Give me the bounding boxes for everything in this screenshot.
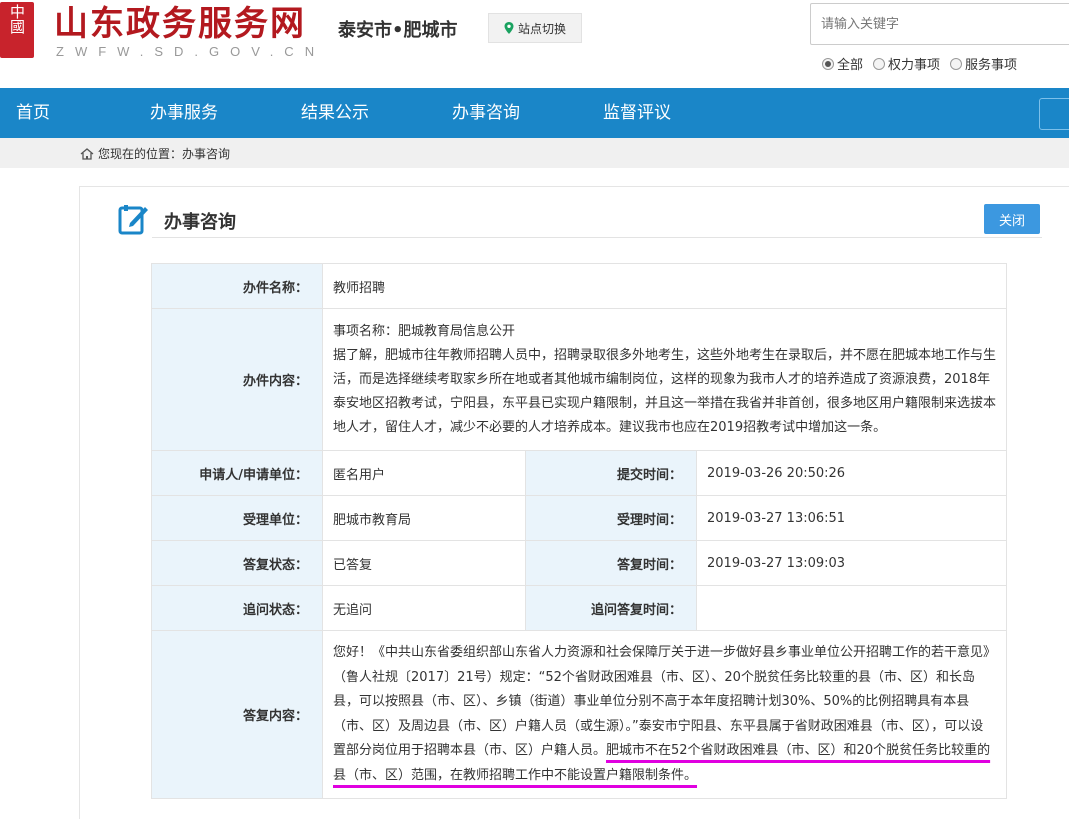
seal-text: 中國 — [8, 4, 26, 34]
site-switch-label: 站点切换 — [517, 21, 566, 36]
site-domain: ZWFW.SD.GOV.CN — [56, 44, 326, 59]
radio-all-label: 全部 — [837, 58, 864, 73]
reply-label: 答复内容： — [151, 630, 323, 799]
radio-all-dot[interactable] — [822, 57, 834, 70]
accept-time-label: 受理时间： — [525, 495, 697, 541]
followup-reply-time-label: 追问答复时间： — [525, 585, 697, 631]
content-line-body: 据了解，肥城市往年教师招聘人员中，招聘录取很多外地考生，这些外地考生在录取后，并… — [333, 347, 997, 435]
breadcrumb: 您现在的位置：办事咨询 — [80, 145, 230, 162]
followup-reply-time-value — [695, 585, 1008, 631]
accept-time-value: 2019-03-27 13:06:51 — [695, 495, 1008, 541]
panel-title: 办事咨询 — [164, 212, 236, 233]
table-row: 答复内容： 您好！《中共山东省委组织部山东省人力资源和社会保障厅关于进一步做好县… — [151, 630, 1008, 799]
reply-status-label: 答复状态： — [151, 540, 323, 586]
submit-time-value: 2019-03-26 20:50:26 — [695, 450, 1008, 496]
main-nav: 首页 办事服务 结果公示 办事咨询 监督评议 — [0, 88, 1069, 138]
seal-logo[interactable]: 中國 — [0, 2, 34, 58]
nav-item-consult[interactable]: 办事咨询 — [452, 88, 520, 138]
radio-power-dot[interactable] — [873, 57, 886, 70]
applicant-value: 匿名用户 — [322, 450, 526, 496]
submit-time-label: 提交时间： — [525, 450, 697, 496]
radio-power-label: 权力事项 — [888, 58, 941, 73]
reply-time-label: 答复时间： — [525, 540, 697, 586]
nav-item-review[interactable]: 监督评议 — [603, 88, 671, 138]
table-row: 追问状态： 无追问 追问答复时间： — [151, 585, 1008, 631]
nav-item-services[interactable]: 办事服务 — [150, 88, 218, 138]
close-button[interactable]: 关闭 — [984, 204, 1040, 234]
reply-main-text: 您好！《中共山东省委组织部山东省人力资源和社会保障厅关于进一步做好县乡事业单位公… — [333, 645, 997, 758]
content-label: 办件内容： — [151, 308, 323, 451]
applicant-label: 申请人/申请单位： — [151, 450, 323, 496]
name-value: 教师招聘 — [321, 263, 1008, 309]
table-row: 申请人/申请单位： 匿名用户 提交时间： 2019-03-26 20:50:26 — [151, 450, 1008, 496]
content-value: 事项名称：肥城教育局信息公开 据了解，肥城市往年教师招聘人员中，招聘录取很多外地… — [321, 308, 1008, 451]
content-line-title: 事项名称：肥城教育局信息公开 — [333, 323, 516, 339]
reply-content: 您好！《中共山东省委组织部山东省人力资源和社会保障厅关于进一步做好县乡事业单位公… — [321, 630, 1008, 799]
home-icon — [80, 147, 94, 160]
followup-status-label: 追问状态： — [151, 585, 323, 631]
current-city: 泰安市•肥城市 — [338, 20, 458, 41]
table-row: 办件内容： 事项名称：肥城教育局信息公开 据了解，肥城市往年教师招聘人员中，招聘… — [151, 308, 1008, 451]
table-row: 答复状态： 已答复 答复时间： 2019-03-27 13:09:03 — [151, 540, 1008, 586]
radio-service-dot[interactable] — [950, 57, 963, 70]
table-row: 受理单位： 肥城市教育局 受理时间： 2019-03-27 13:06:51 — [151, 495, 1008, 541]
radio-service-items[interactable]: 服务事项 — [950, 54, 1017, 73]
reply-text: 您好！《中共山东省委组织部山东省人力资源和社会保障厅关于进一步做好县乡事业单位公… — [333, 641, 996, 788]
breadcrumb-bar: 您现在的位置：办事咨询 — [0, 138, 1069, 168]
search-scope-radios: 全部 权力事项 服务事项 — [822, 54, 1017, 73]
reply-status-value: 已答复 — [322, 540, 526, 586]
search-input[interactable] — [810, 3, 1069, 45]
table-row: 办件名称： 教师招聘 — [151, 263, 1008, 309]
accept-unit-label: 受理单位： — [151, 495, 323, 541]
site-switch-button[interactable]: 站点切换 — [488, 13, 582, 43]
site-title[interactable]: 山东政务服务网 — [54, 4, 306, 44]
consult-detail-table: 办件名称： 教师招聘 办件内容： 事项名称：肥城教育局信息公开 据了解，肥城市往… — [151, 263, 1008, 799]
breadcrumb-text: 您现在的位置：办事咨询 — [98, 147, 231, 161]
name-label: 办件名称： — [151, 263, 323, 309]
location-pin-icon — [504, 22, 514, 34]
reply-time-value: 2019-03-27 13:09:03 — [695, 540, 1008, 586]
nav-item-results[interactable]: 结果公示 — [301, 88, 369, 138]
followup-status-value: 无追问 — [322, 585, 526, 631]
radio-all[interactable]: 全部 — [822, 54, 863, 73]
edit-document-icon — [118, 205, 148, 235]
radio-service-label: 服务事项 — [965, 58, 1018, 73]
panel-divider — [152, 237, 1042, 238]
nav-login-button[interactable] — [1039, 98, 1069, 130]
site-header: 中國 山东政务服务网 ZWFW.SD.GOV.CN 泰安市•肥城市 站点切换 全… — [0, 0, 1069, 88]
accept-unit-value: 肥城市教育局 — [322, 495, 526, 541]
nav-item-home[interactable]: 首页 — [16, 88, 50, 138]
radio-power-items[interactable]: 权力事项 — [873, 54, 940, 73]
